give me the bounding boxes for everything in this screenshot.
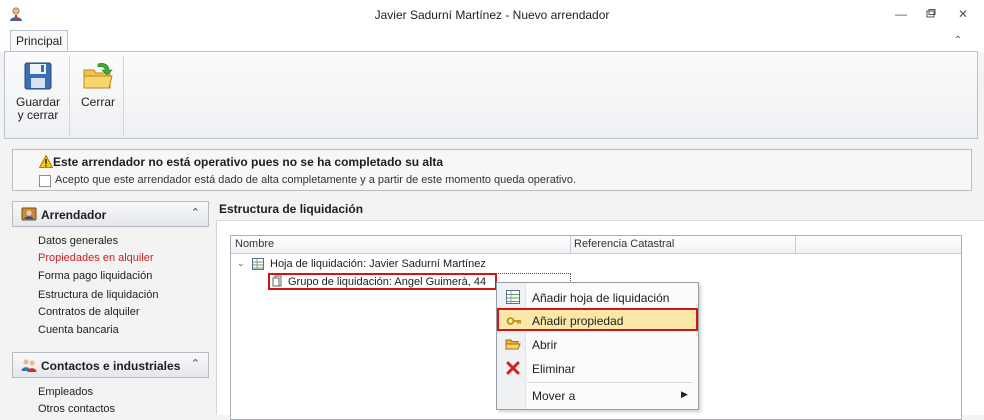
menu-item-add-property[interactable]: Añadir propiedad: [497, 308, 698, 331]
sheet-icon: [506, 290, 520, 304]
window-title: Javier Sadurní Martínez - Nuevo arrendad…: [374, 8, 610, 22]
group-header-arrendador[interactable]: Arrendador ⌃: [12, 201, 209, 227]
group-title: Contactos e industriales: [41, 359, 181, 373]
title-bar: Javier Sadurní Martínez - Nuevo arrendad…: [0, 0, 984, 30]
ribbon-separator: [123, 56, 124, 136]
close-icon[interactable]: ✕: [950, 5, 976, 23]
grid-header: Nombre Referencia Catastral: [231, 236, 961, 254]
sidebar-item-datos-generales[interactable]: Datos generales: [38, 235, 118, 247]
ribbon-separator: [69, 56, 70, 136]
menu-label: Añadir hoja de liquidación: [532, 291, 670, 305]
contacts-icon: [21, 359, 37, 372]
close-label: Cerrar: [80, 95, 115, 109]
context-menu: Añadir hoja de liquidación Añadir propie…: [496, 282, 699, 410]
menu-label: Mover a: [532, 389, 576, 403]
column-separator: [570, 236, 571, 253]
sidebar-item-empleados[interactable]: Empleados: [38, 386, 93, 398]
close-document-button[interactable]: Cerrar: [73, 58, 123, 134]
delete-x-icon: [506, 361, 520, 375]
ribbon-panel: Guardar y cerrar Cerrar: [4, 51, 978, 139]
column-header-nombre[interactable]: Nombre: [235, 238, 274, 250]
person-card-icon: [21, 207, 37, 221]
minimize-icon[interactable]: —: [888, 5, 914, 23]
accept-checkbox-label[interactable]: Acepto que este arrendador está dado de …: [55, 174, 576, 186]
chevron-up-icon[interactable]: ⌃: [950, 33, 966, 49]
section-title: Estructura de liquidación: [219, 202, 364, 216]
accept-checkbox[interactable]: [39, 175, 51, 187]
menu-separator: [527, 382, 693, 383]
save-and-close-button[interactable]: Guardar y cerrar: [11, 58, 65, 134]
key-icon: [506, 317, 521, 325]
sidebar-item-propiedades[interactable]: Propiedades en alquiler: [38, 252, 154, 264]
group-folder-icon: [272, 275, 282, 287]
group-header-contactos[interactable]: Contactos e industriales ⌃: [12, 352, 209, 378]
save-label-line2: y cerrar: [17, 108, 59, 122]
group-title: Arrendador: [41, 208, 107, 222]
floppy-disk-icon: [24, 62, 52, 90]
menu-item-delete[interactable]: Eliminar: [498, 357, 697, 379]
sheet-icon: [252, 258, 264, 270]
chevron-up-icon[interactable]: ⌃: [191, 206, 200, 219]
warning-title: Este arrendador no está operativo pues n…: [53, 155, 444, 169]
menu-label: Abrir: [532, 338, 558, 352]
sidebar-item-contratos[interactable]: Contratos de alquiler: [38, 306, 140, 318]
ribbon-tabstrip: Principal ⌃: [0, 30, 984, 52]
warning-panel: Este arrendador no está operativo pues n…: [12, 149, 972, 191]
sidebar-item-otros-contactos[interactable]: Otros contactos: [38, 403, 115, 415]
tab-principal[interactable]: Principal: [10, 30, 68, 52]
tree-node-child[interactable]: Grupo de liquidación: Angel Guimerà, 44: [288, 276, 486, 288]
open-folder-icon: [505, 339, 521, 350]
expand-chevron-icon[interactable]: ⌄: [237, 258, 247, 269]
menu-item-open[interactable]: Abrir: [498, 333, 697, 355]
menu-item-move-to[interactable]: Mover a ▶: [498, 384, 697, 406]
warning-icon: [39, 155, 53, 168]
menu-item-add-sheet[interactable]: Añadir hoja de liquidación: [498, 286, 697, 308]
submenu-arrow-icon: ▶: [681, 389, 688, 399]
restore-icon[interactable]: [918, 5, 944, 23]
chevron-up-icon[interactable]: ⌃: [191, 357, 200, 370]
tree-node-root[interactable]: Hoja de liquidación: Javier Sadurní Mart…: [270, 258, 486, 270]
menu-label: Eliminar: [532, 362, 576, 376]
menu-label: Añadir propiedad: [532, 314, 624, 328]
column-header-referencia[interactable]: Referencia Catastral: [574, 238, 674, 250]
sidebar-item-estructura[interactable]: Estructura de liquidación: [38, 289, 158, 301]
folder-exit-icon: [83, 63, 113, 89]
sidebar-item-forma-pago[interactable]: Forma pago liquidación: [38, 270, 152, 282]
sidebar-item-cuenta-bancaria[interactable]: Cuenta bancaria: [38, 324, 119, 336]
column-separator: [795, 236, 796, 253]
